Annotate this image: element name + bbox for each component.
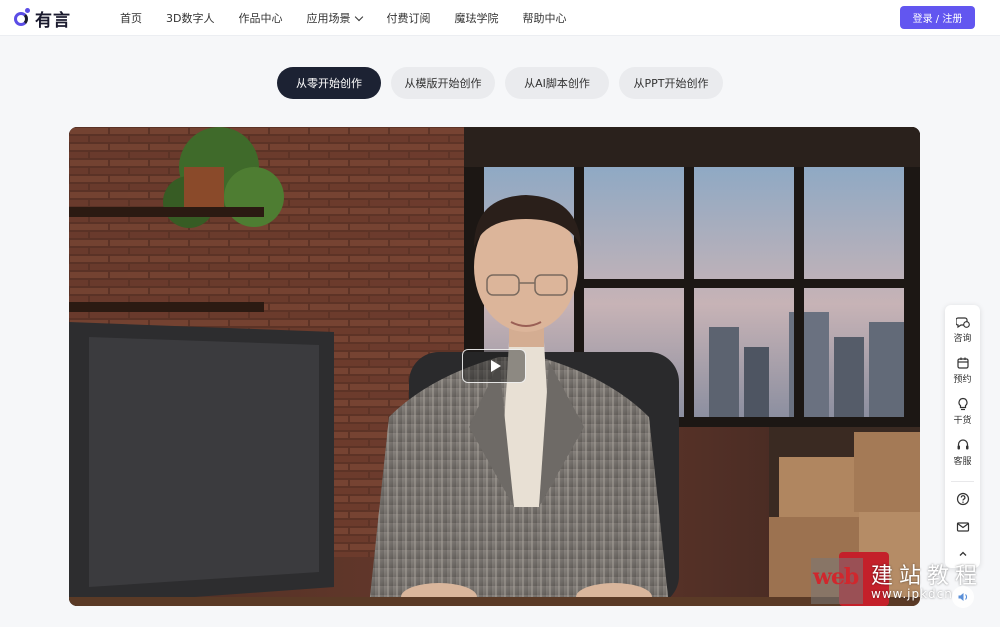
nav-item-help[interactable]: 帮助中心 [522, 10, 566, 26]
headset-icon [957, 439, 968, 450]
help-icon [956, 492, 969, 506]
nav-item-home[interactable]: 首页 [120, 10, 142, 26]
float-item-back-to-top[interactable] [945, 547, 980, 561]
speaker-icon [958, 593, 968, 601]
login-register-button[interactable]: 登录 / 注册 [900, 6, 975, 29]
float-bar-divider [951, 481, 974, 482]
play-icon [490, 360, 501, 372]
tab-from-ai-script[interactable]: 从AI脚本创作 [505, 67, 609, 99]
float-item-mail[interactable] [945, 520, 980, 534]
brand-name: 有言 [35, 10, 71, 31]
float-item-booking-label: 预约 [953, 375, 972, 385]
float-item-consult[interactable]: 咨询 [945, 315, 980, 344]
float-item-consult-label: 咨询 [953, 334, 972, 344]
nav-item-scenarios[interactable]: 应用场景 [306, 10, 364, 26]
mail-icon [956, 522, 969, 532]
play-button[interactable] [462, 349, 526, 383]
nav-item-3d-avatar[interactable]: 3D数字人 [166, 10, 214, 26]
float-item-insights-label: 干货 [953, 416, 972, 426]
float-item-help[interactable] [945, 492, 980, 506]
brand-logo[interactable]: 有言 [14, 6, 71, 31]
nav-item-academy[interactable]: 魔珐学院 [454, 10, 498, 26]
tab-from-ppt[interactable]: 从PPT开始创作 [619, 67, 723, 99]
chevron-up-icon [959, 551, 966, 556]
chevron-down-icon [355, 12, 364, 21]
logo-icon [14, 8, 32, 28]
float-item-support[interactable]: 客服 [945, 438, 980, 467]
creation-mode-tabs: 从零开始创作 从模版开始创作 从AI脚本创作 从PPT开始创作 [0, 67, 1000, 99]
tab-from-scratch[interactable]: 从零开始创作 [277, 67, 381, 99]
nav-item-scenarios-label: 应用场景 [306, 12, 351, 25]
float-item-booking[interactable]: 预约 [945, 356, 980, 385]
lightbulb-icon [957, 397, 968, 411]
chat-icon [955, 317, 970, 329]
nav-item-subscription[interactable]: 付费订阅 [386, 10, 430, 26]
floating-service-bar: 咨询 预约 干货 客服 [945, 305, 980, 568]
demo-video-player[interactable] [69, 127, 920, 606]
nav-item-works[interactable]: 作品中心 [238, 10, 282, 26]
float-item-support-label: 客服 [953, 457, 972, 467]
tab-from-template[interactable]: 从模版开始创作 [391, 67, 495, 99]
calendar-icon [956, 357, 969, 369]
main-nav: 首页 3D数字人 作品中心 应用场景 付费订阅 魔珐学院 帮助中心 [120, 0, 590, 36]
top-header: 有言 首页 3D数字人 作品中心 应用场景 付费订阅 魔珐学院 帮助中心 登录 … [0, 0, 1000, 36]
float-item-insights[interactable]: 干货 [945, 397, 980, 426]
volume-button[interactable] [952, 586, 974, 608]
